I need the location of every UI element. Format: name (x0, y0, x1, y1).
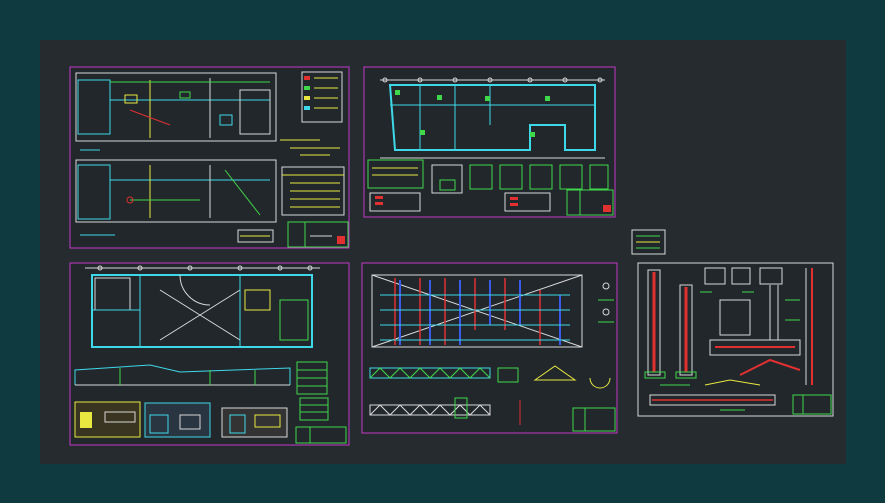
sheet-structural-details[interactable] (637, 262, 834, 417)
sheet-electrical-plans[interactable] (69, 66, 350, 249)
sheet-roof-framing-plan[interactable] (361, 262, 618, 434)
stair-detail-block[interactable] (631, 229, 666, 255)
cad-drawing (69, 66, 834, 446)
sheet-architecture-plan[interactable] (69, 262, 350, 446)
sheet-foundation-plan[interactable] (363, 66, 616, 218)
